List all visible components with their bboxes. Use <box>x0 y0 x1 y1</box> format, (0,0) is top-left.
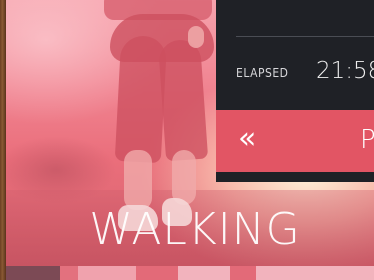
next-label[interactable]: P <box>360 126 374 154</box>
controls-bar: « P <box>216 110 374 172</box>
rewind-button[interactable]: « <box>238 124 257 154</box>
app-screen: WALKING ELAPSED 21:58 « P <box>0 0 374 280</box>
swatch-6 <box>230 266 256 280</box>
runner-left-calf <box>124 150 152 210</box>
activity-title: WALKING <box>89 204 301 255</box>
elapsed-time: 21:58 <box>316 58 374 84</box>
swatch-5 <box>178 266 230 280</box>
panel-divider <box>236 36 374 37</box>
workout-panel: ELAPSED 21:58 « P <box>216 0 374 182</box>
swatch-3 <box>78 266 136 280</box>
color-strip <box>6 266 374 280</box>
swatch-2 <box>60 266 78 280</box>
runner-hand <box>188 26 204 48</box>
elapsed-label: ELAPSED <box>236 66 289 80</box>
runner-right-calf <box>172 150 196 205</box>
swatch-4 <box>136 266 178 280</box>
runner-right-leg <box>157 38 209 162</box>
swatch-1 <box>6 266 60 280</box>
swatch-7 <box>256 266 374 280</box>
